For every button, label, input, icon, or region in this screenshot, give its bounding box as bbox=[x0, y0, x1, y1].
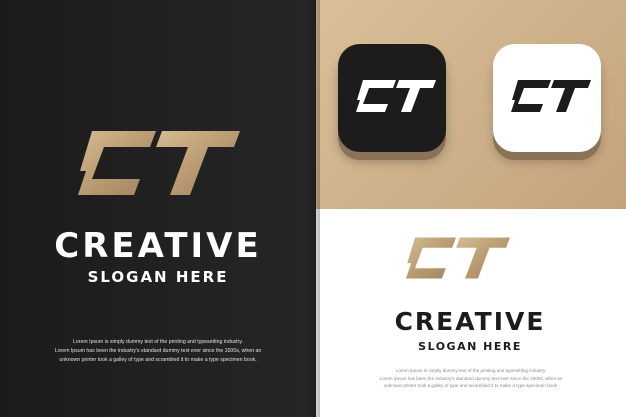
dummy-line: Lorem Ipsum has been the industry's stan… bbox=[379, 375, 563, 381]
slogan-text: SLOGAN HERE bbox=[418, 340, 522, 353]
ct-monogram-icon bbox=[78, 131, 240, 195]
ct-app-icon-light bbox=[493, 44, 601, 152]
ct-app-icon-dark bbox=[338, 44, 446, 152]
dummy-text-block: Lorem Ipsum is simply dummy text of the … bbox=[340, 367, 602, 390]
dummy-text-block: Lorem Ipsum is simply dummy text of the … bbox=[20, 338, 296, 365]
wordmark-text: CREATIVE bbox=[394, 307, 546, 336]
dummy-line: unknown printer took a galley of type an… bbox=[383, 383, 559, 388]
logo-presentation: CREATIVE SLOGAN HERE Lorem Ipsum is simp… bbox=[0, 0, 626, 417]
dummy-line: unknown printer took a galley of type an… bbox=[59, 357, 257, 363]
ct-monogram-icon bbox=[406, 237, 510, 279]
dummy-line: Lorem Ipsum is simply dummy text of the … bbox=[72, 339, 243, 345]
wordmark-text: CREATIVE bbox=[54, 226, 262, 266]
dummy-line: Lorem Ipsum is simply dummy text of the … bbox=[395, 368, 547, 373]
dummy-line: Lorem Ipsum has been the industry's stan… bbox=[54, 348, 262, 354]
slogan-text: SLOGAN HERE bbox=[87, 268, 229, 286]
panel-divider-shadow bbox=[306, 0, 320, 417]
